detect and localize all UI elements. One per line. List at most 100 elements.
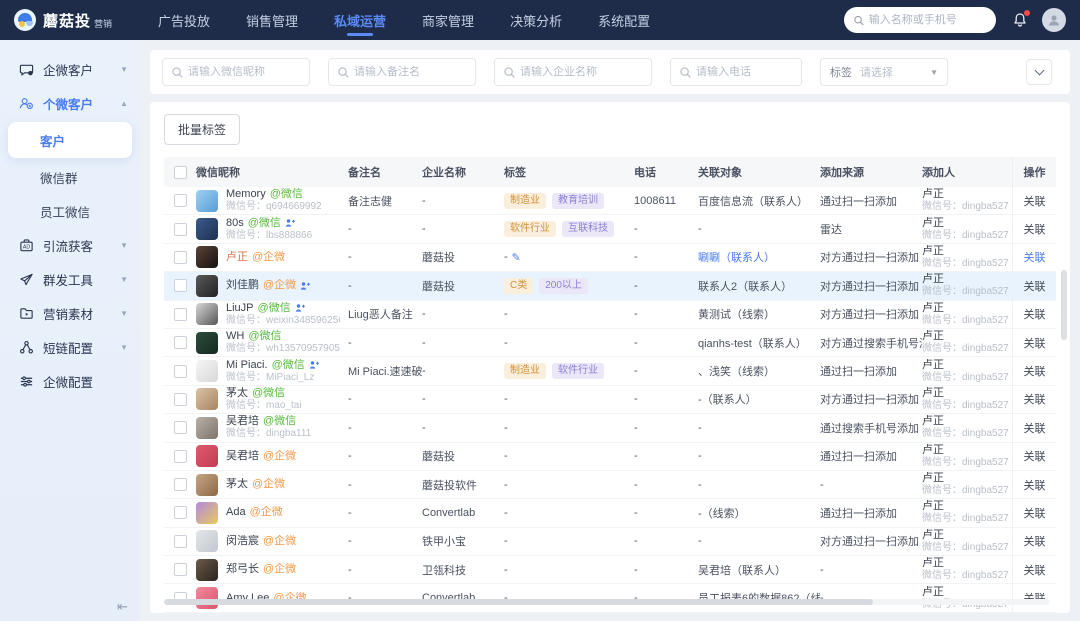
table-row[interactable]: WH@微信微信号：wh13570957905----qianhs-test（联系… [164,329,1056,357]
sidebar-item-7[interactable]: 企微配置 [0,364,140,398]
sidebar-item-6[interactable]: 短链配置▼ [0,330,140,364]
adder-name: 卢正 [922,444,1009,457]
filter-input-field-4[interactable] [696,66,792,78]
sidebar-item-5[interactable]: 营销素材▼ [0,296,140,330]
filter-input-2 [328,58,476,86]
adder-wechat-id: 微信号：dingba527 [922,513,1009,525]
table-row[interactable]: 茅太@微信微信号：mao_tai-----（联系人）对方通过扫一扫添加卢正微信号… [164,386,1056,414]
table-row[interactable]: LiuJP@微信微信号：weixin348596256Liug恶人备注---黄测… [164,301,1056,329]
relate-action-link[interactable]: 关联 [1024,249,1046,265]
row-checkbox[interactable] [174,393,187,406]
relate-action-link[interactable]: 关联 [1024,533,1046,549]
batch-tag-button[interactable]: 批量标签 [164,114,240,145]
adder-name: 卢正 [922,500,1009,513]
related-object-cell: 百度信息流（联系人） [698,193,820,209]
sidebar-item-1[interactable]: 企微客户▼ [0,52,140,86]
horizontal-scrollbar-thumb[interactable] [164,599,873,605]
table-row[interactable]: 郑弓长@企微-卫瓴科技--吴君培（联系人）-卢正微信号：dingba527关联 [164,556,1056,584]
tag-filter-select[interactable]: 标签 请选择 ▼ [820,58,948,86]
wechat-id: 微信号：weixin348596256 [226,315,340,327]
svg-text:AD: AD [22,244,29,250]
relate-action-link[interactable]: 关联 [1024,363,1046,379]
avatar [196,303,218,325]
table-row[interactable]: 茅太@企微-蘑菇投软件----卢正微信号：dingba527关联 [164,471,1056,499]
table-row[interactable]: 吴君培@企微-蘑菇投---通过扫一扫添加卢正微信号：dingba527关联 [164,443,1056,471]
relate-action-link[interactable]: 关联 [1024,420,1046,436]
row-checkbox[interactable] [174,506,187,519]
relate-action-link[interactable]: 关联 [1024,562,1046,578]
tags-cell: - [504,450,634,462]
user-avatar[interactable] [1042,8,1066,32]
relate-action-link[interactable]: 关联 [1024,477,1046,493]
select-all-checkbox[interactable] [174,166,187,179]
relate-action-link[interactable]: 关联 [1024,193,1046,209]
relate-action-link[interactable]: 关联 [1024,448,1046,464]
related-object-cell: -（联系人） [698,391,820,407]
nav-item-1[interactable]: 广告投放 [158,0,210,40]
row-checkbox[interactable] [174,421,187,434]
search-icon [504,67,515,78]
relate-action-link[interactable]: 关联 [1024,306,1046,322]
filter-input-field-1[interactable] [188,66,300,78]
notification-bell-icon[interactable] [1012,12,1028,28]
related-object-cell[interactable]: 唰唰（联系人） [698,249,820,265]
sidebar-subitem-微信群[interactable]: 微信群 [0,160,140,194]
phone-cell: - [634,337,698,349]
avatar [196,246,218,268]
filter-input-field-2[interactable] [354,66,466,78]
tag-chip: 软件行业 [552,363,604,379]
row-checkbox[interactable] [174,279,187,292]
sidebar-subitem-客户[interactable]: 客户 [8,122,132,158]
table-row[interactable]: 闵浩宸@企微-铁甲小宝---对方通过扫一扫添加卢正微信号：dingba527关联 [164,528,1056,556]
sidebar-collapse-icon[interactable]: ⇤ [117,599,128,615]
table-row[interactable]: 吴君培@微信微信号：dingba111-----通过搜索手机号添加卢正微信号：d… [164,414,1056,442]
row-checkbox[interactable] [174,223,187,236]
filter-collapse-button[interactable] [1026,59,1052,85]
row-checkbox[interactable] [174,365,187,378]
edit-tags-icon[interactable]: ✎ [512,251,521,264]
main-content: 标签 请选择 ▼ 批量标签 微信昵称备注名企业名称标签电话关联对象添加来源添加人… [140,40,1080,621]
table-row[interactable]: Mi Piaci.@微信微信号：MiPiaci_LzMi Piaci.速速破-制… [164,357,1056,385]
row-checkbox[interactable] [174,450,187,463]
relate-action-link[interactable]: 关联 [1024,505,1046,521]
row-checkbox[interactable] [174,308,187,321]
row-checkbox[interactable] [174,194,187,207]
table-row[interactable]: 卢正@企微-蘑菇投-✎-唰唰（联系人）对方通过扫一扫添加卢正微信号：dingba… [164,244,1056,272]
chevron-down-icon: ▼ [120,343,128,352]
tags-cell: C类200以上 [504,278,634,294]
nickname: WH [226,330,244,343]
adder-name: 卢正 [922,330,1009,343]
tags-cell: - [504,422,634,434]
filter-input-1 [162,58,310,86]
table-row[interactable]: Ada@企微-Convertlab---（线索）通过扫一扫添加卢正微信号：din… [164,499,1056,527]
sidebar-subitem-员工微信[interactable]: 员工微信 [0,194,140,228]
row-checkbox[interactable] [174,251,187,264]
nav-item-6[interactable]: 系统配置 [598,0,650,40]
row-checkbox[interactable] [174,563,187,576]
nav-item-2[interactable]: 销售管理 [246,0,298,40]
sidebar-item-3[interactable]: AD引流获客▼ [0,228,140,262]
global-search-input[interactable] [869,14,986,26]
horizontal-scrollbar[interactable] [164,599,1050,605]
table-row[interactable]: 80s@微信微信号：lbs888866--软件行业互联科技--雷达卢正微信号：d… [164,215,1056,243]
table-row[interactable]: Memory@微信微信号：q694669992备注志健-制造业教育培训10086… [164,187,1056,215]
relate-action-link[interactable]: 关联 [1024,278,1046,294]
table-row[interactable]: 刘佳鹏@企微-蘑菇投C类200以上-联系人2（联系人）对方通过扫一扫添加卢正微信… [164,272,1056,300]
nav-item-5[interactable]: 决策分析 [510,0,562,40]
relate-action-link[interactable]: 关联 [1024,335,1046,351]
row-checkbox[interactable] [174,336,187,349]
sidebar-item-2[interactable]: 个微客户▲ [0,86,140,120]
nav-item-3[interactable]: 私域运营 [334,0,386,40]
filter-input-field-3[interactable] [520,66,642,78]
row-checkbox[interactable] [174,535,187,548]
sidebar-item-4[interactable]: 群发工具▼ [0,262,140,296]
search-icon [172,67,183,78]
relate-action-link[interactable]: 关联 [1024,221,1046,237]
row-checkbox[interactable] [174,478,187,491]
nav-item-4[interactable]: 商家管理 [422,0,474,40]
phone-cell: - [634,535,698,547]
vertical-scrollbar-thumb[interactable] [1061,270,1067,340]
col-header-related: 关联对象 [698,164,820,180]
avatar [196,218,218,240]
relate-action-link[interactable]: 关联 [1024,391,1046,407]
